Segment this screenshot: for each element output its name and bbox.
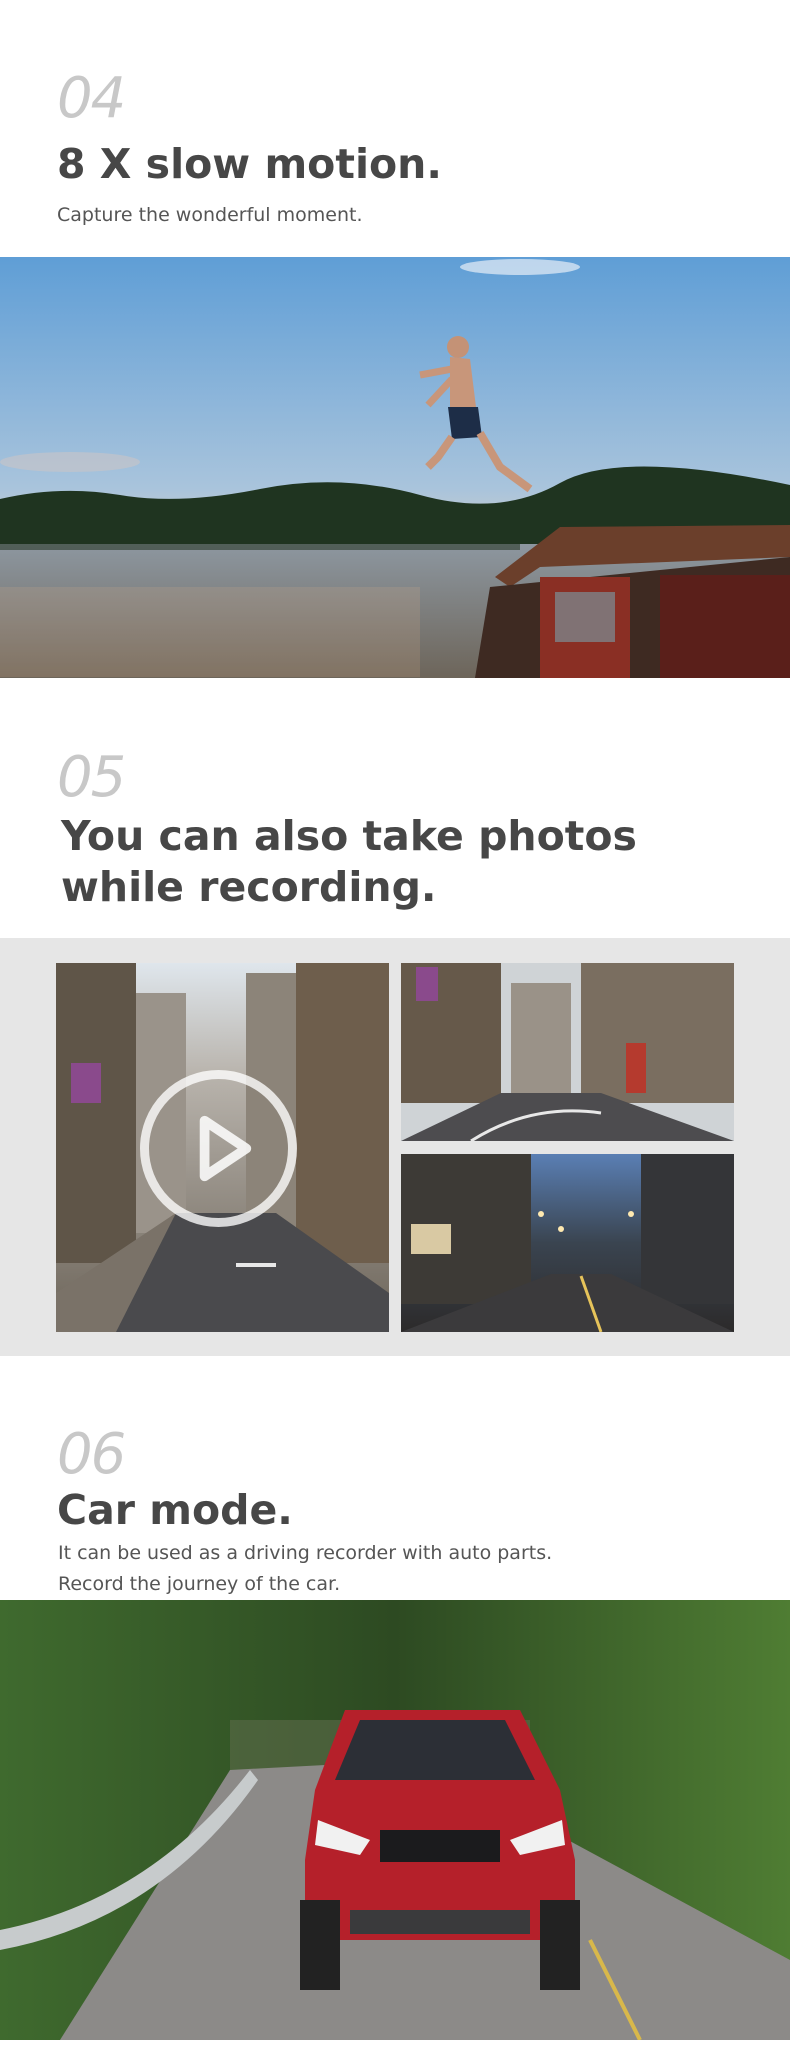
- section-subtitle-line-2: Record the journey of the car.: [58, 1573, 341, 1595]
- section-title: Car mode.: [57, 1486, 293, 1534]
- red-suv-road-photo: [0, 1600, 790, 2040]
- section-number: 06: [57, 1422, 126, 1487]
- section-title-line-2: while recording.: [61, 863, 437, 911]
- city-street-dusk-photo: [401, 1154, 734, 1332]
- section-title: 8 X slow motion.: [57, 140, 442, 188]
- section-subtitle: Capture the wonderful moment.: [57, 204, 363, 226]
- section-title-line-1: You can also take photos: [61, 812, 637, 860]
- section-subtitle-line-1: It can be used as a driving recorder wit…: [58, 1542, 553, 1564]
- section-number: 04: [57, 66, 126, 131]
- play-icon[interactable]: [140, 1070, 297, 1227]
- jumping-man-boat-lake-photo: [0, 257, 790, 678]
- section-number: 05: [57, 745, 126, 810]
- city-street-day-photo: [401, 963, 734, 1141]
